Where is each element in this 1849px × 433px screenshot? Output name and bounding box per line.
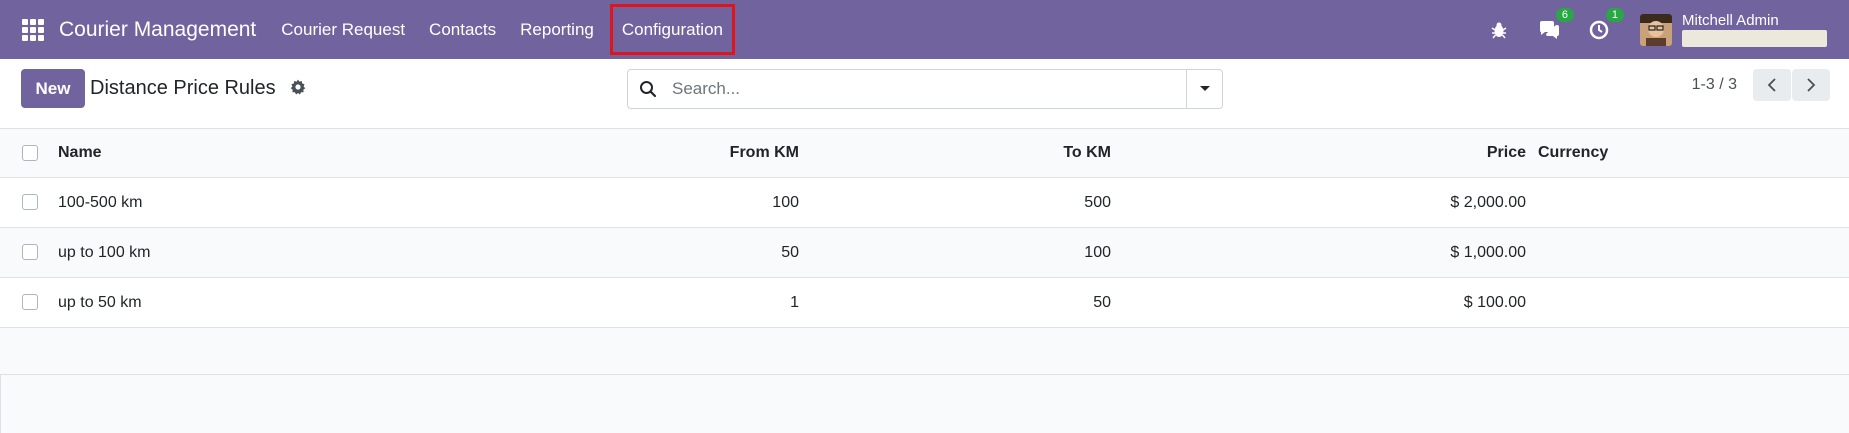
menu-configuration[interactable]: Configuration	[609, 4, 735, 55]
cell-to-km: 100	[1084, 243, 1111, 261]
breadcrumb-title: Distance Price Rules	[90, 77, 276, 99]
database-name	[1682, 30, 1827, 47]
search-icon	[628, 70, 668, 108]
column-header-currency[interactable]: Currency	[1538, 129, 1608, 177]
new-button[interactable]: New	[21, 69, 85, 108]
search-bar	[627, 69, 1223, 109]
chevron-right-icon	[1807, 78, 1816, 92]
cell-price: $ 1,000.00	[1450, 243, 1526, 261]
select-all-checkbox[interactable]	[22, 145, 38, 161]
cell-to-km: 500	[1084, 193, 1111, 211]
column-header-from-km[interactable]: From KM	[730, 129, 799, 177]
cell-name: 100-500 km	[58, 193, 143, 211]
cell-to-km: 50	[1093, 293, 1111, 311]
column-header-price[interactable]: Price	[1487, 129, 1526, 177]
apps-grid-icon[interactable]	[22, 18, 44, 41]
user-name: Mitchell Admin	[1682, 12, 1779, 29]
menu-courier-request[interactable]: Courier Request	[269, 10, 417, 50]
cell-price: $ 100.00	[1463, 293, 1526, 311]
pager-next-button[interactable]	[1792, 69, 1830, 101]
empty-row	[0, 328, 1849, 375]
cell-from-km: 100	[772, 193, 799, 211]
messages-badge: 6	[1555, 7, 1574, 22]
gear-icon[interactable]	[290, 79, 310, 99]
menu-reporting[interactable]: Reporting	[508, 10, 606, 50]
row-checkbox[interactable]	[22, 194, 38, 210]
row-checkbox[interactable]	[22, 244, 38, 260]
column-header-to-km[interactable]: To KM	[1063, 129, 1111, 177]
systray: 6 1 Mitchell Admin	[1486, 0, 1849, 59]
activity-clock-icon[interactable]: 1	[1586, 7, 1624, 43]
main-menu: Courier Request Contacts Reporting Confi…	[269, 0, 735, 59]
cell-from-km: 50	[781, 243, 799, 261]
table-header: Name From KM To KM Price Currency	[0, 129, 1849, 178]
row-checkbox[interactable]	[22, 294, 38, 310]
pager-value[interactable]: 1-3 / 3	[1692, 76, 1737, 94]
list-view: Name From KM To KM Price Currency 100-50…	[0, 129, 1849, 375]
caret-down-icon	[1199, 86, 1210, 91]
app-brand[interactable]: Courier Management	[59, 18, 256, 42]
control-panel: New Distance Price Rules 1-3 / 3	[0, 59, 1849, 129]
column-header-name[interactable]: Name	[58, 129, 102, 177]
cell-price: $ 2,000.00	[1450, 193, 1526, 211]
cell-from-km: 1	[790, 293, 799, 311]
search-input[interactable]	[668, 71, 1186, 107]
table-row[interactable]: up to 100 km 50 100 $ 1,000.00	[0, 228, 1849, 278]
menu-contacts[interactable]: Contacts	[417, 10, 508, 50]
bug-icon[interactable]	[1486, 17, 1512, 43]
cell-name: up to 100 km	[58, 243, 151, 261]
table-row[interactable]: up to 50 km 1 50 $ 100.00	[0, 278, 1849, 328]
table-row[interactable]: 100-500 km 100 500 $ 2,000.00	[0, 178, 1849, 228]
activities-badge: 1	[1605, 7, 1624, 22]
chevron-left-icon	[1767, 78, 1776, 92]
user-avatar[interactable]	[1640, 13, 1672, 46]
messages-icon[interactable]: 6	[1536, 7, 1574, 43]
search-options-toggle[interactable]	[1186, 70, 1222, 108]
user-menu[interactable]: Mitchell Admin	[1682, 12, 1827, 47]
cell-name: up to 50 km	[58, 293, 142, 311]
top-navbar: Courier Management Courier Request Conta…	[0, 0, 1849, 59]
pager-previous-button[interactable]	[1753, 69, 1791, 101]
